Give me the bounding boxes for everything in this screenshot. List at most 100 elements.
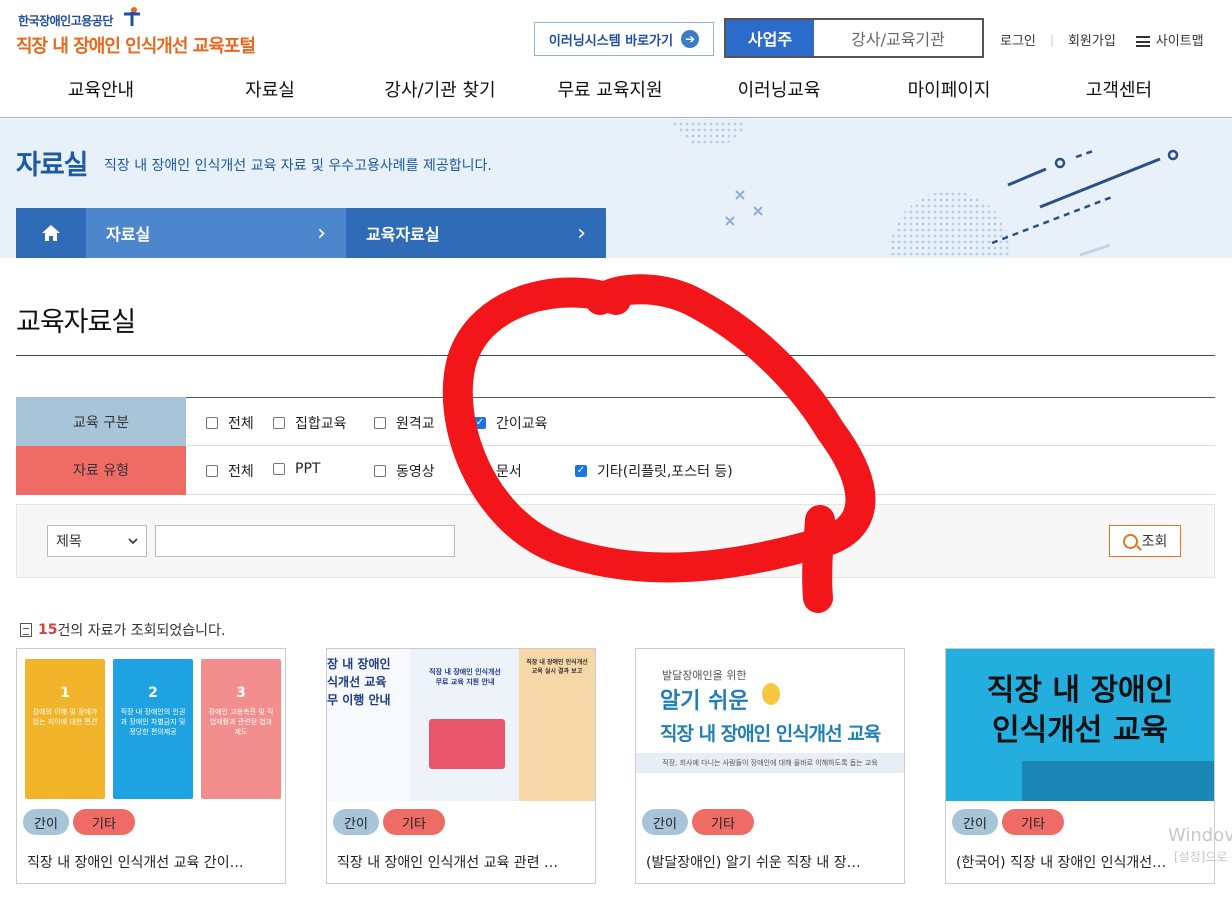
checkbox-type-all[interactable]: 전체 bbox=[206, 461, 254, 481]
utility-links: 로그인 | 회원가입 사이트맵 bbox=[1000, 30, 1204, 50]
org-logo-icon[interactable] bbox=[120, 6, 142, 28]
filter-row-education-type: 교육 구분 전체 집합교육 원격교 ✓ 간이교육 bbox=[16, 397, 1215, 446]
os-activation-watermark: Windov bbox=[1168, 825, 1232, 846]
result-count: 15 건의 자료가 조회되었습니다. bbox=[20, 620, 225, 640]
page-title: 교육자료실 bbox=[16, 307, 136, 338]
checkbox-type-video[interactable]: 동영상 bbox=[374, 461, 435, 481]
search-input[interactable] bbox=[155, 525, 455, 557]
tag-etc: 기타 bbox=[1002, 809, 1064, 835]
os-activation-watermark-sub: [설정]으로 bbox=[1174, 850, 1228, 864]
breadcrumb-level2[interactable]: 교육자료실 › bbox=[346, 208, 606, 258]
line-decoration bbox=[725, 148, 1179, 257]
search-field-value: 제목 bbox=[56, 534, 82, 550]
checkbox-label: 전체 bbox=[228, 464, 254, 480]
login-link[interactable]: 로그인 bbox=[1000, 30, 1036, 49]
tag-etc: 기타 bbox=[692, 809, 754, 835]
checkmark-icon: ✓ bbox=[575, 465, 587, 477]
poster-left: 장 내 장애인 식개선 교육 무 이행 안내 bbox=[327, 649, 411, 801]
book-number: 3 bbox=[236, 685, 246, 701]
card-thumbnail: 장 내 장애인 식개선 교육 무 이행 안내 직장 내 장애인 인식개선 무료 … bbox=[327, 649, 595, 801]
thumb-caption: 직장, 회사에 다니는 사람들이 장애인에 대해 올바로 이해하도록 돕는 교육 bbox=[636, 753, 904, 773]
divider bbox=[16, 355, 1215, 356]
card-tags: 간이 기타 bbox=[333, 809, 445, 835]
tag-simple: 간이 bbox=[333, 809, 379, 835]
thumb-title-2: 직장 내 장애인 인식개선 교육 bbox=[660, 723, 881, 745]
tab-employer[interactable]: 사업주 bbox=[726, 20, 814, 56]
section-description: 직장 내 장애인 인식개선 교육 자료 및 우수고용사례를 제공합니다. bbox=[104, 158, 492, 174]
nav-item-elearning[interactable]: 이러닝교육 bbox=[738, 76, 821, 102]
breadcrumb-level2-label: 교육자료실 bbox=[366, 225, 440, 244]
search-field-select[interactable]: 제목 bbox=[47, 525, 147, 557]
people-illustration bbox=[1022, 761, 1214, 801]
card-title[interactable]: (발달장애인) 알기 쉬운 직장 내 장… bbox=[646, 852, 896, 872]
search-button[interactable]: 조회 bbox=[1109, 525, 1181, 557]
checkbox-edu-simple[interactable]: ✓ 간이교육 bbox=[474, 413, 548, 433]
resource-card[interactable]: 1 장애의 이해 및 장애가 있는 지이에 대한 편견 2 직장 내 장애인의 … bbox=[16, 648, 286, 884]
checkbox-edu-group[interactable]: 집합교육 bbox=[273, 413, 347, 433]
menu-icon bbox=[1135, 36, 1150, 47]
thumb-title-1: 직장 내 장애인 bbox=[986, 673, 1174, 708]
card-thumbnail: 1 장애의 이해 및 장애가 있는 지이에 대한 편견 2 직장 내 장애인의 … bbox=[17, 649, 285, 801]
home-icon bbox=[42, 225, 60, 241]
sitemap-link[interactable]: 사이트맵 bbox=[1135, 30, 1204, 49]
filter-label-education-type: 교육 구분 bbox=[16, 397, 186, 446]
book-text: 장애의 이해 및 장애가 있는 지이에 대한 편견 bbox=[32, 708, 98, 726]
nav-item-education-guide[interactable]: 교육안내 bbox=[68, 76, 134, 102]
resource-card[interactable]: 장 내 장애인 식개선 교육 무 이행 안내 직장 내 장애인 인식개선 무료 … bbox=[326, 648, 596, 884]
site-header: 한국장애인고용공단 직장 내 장애인 인식개선 교육포털 이러닝시스템 바로가기… bbox=[0, 0, 1232, 118]
tag-simple: 간이 bbox=[642, 809, 688, 835]
card-title[interactable]: 직장 내 장애인 인식개선 교육 간이… bbox=[27, 852, 277, 872]
nav-item-free-support[interactable]: 무료 교육지원 bbox=[557, 76, 662, 102]
checkbox-label: 동영상 bbox=[396, 464, 435, 480]
elearning-shortcut-label: 이러닝시스템 바로가기 bbox=[548, 33, 674, 49]
lightbulb-icon bbox=[762, 683, 780, 705]
book-number: 1 bbox=[60, 685, 70, 701]
poster-center: 직장 내 장애인 인식개선 무료 교육 지원 안내 bbox=[411, 649, 519, 801]
book-text: 직장 내 장애인의 인권과 장애인 차별금지 및 정당한 편의제공 bbox=[120, 708, 186, 736]
nav-item-find-instructor[interactable]: 강사/기관 찾기 bbox=[384, 76, 495, 102]
nav-item-mypage[interactable]: 마이페이지 bbox=[908, 76, 991, 102]
card-thumbnail: 발달장애인을 위한 알기 쉬운 직장 내 장애인 인식개선 교육 직장, 회사에… bbox=[636, 649, 904, 801]
sub-visual-banner: 자료실 직장 내 장애인 인식개선 교육 자료 및 우수고용사례를 제공합니다.… bbox=[0, 119, 1232, 258]
org-logo-text[interactable]: 한국장애인고용공단 bbox=[18, 12, 113, 29]
chevron-down-icon bbox=[128, 538, 138, 544]
card-title[interactable]: (한국어) 직장 내 장애인 인식개선… bbox=[956, 852, 1206, 872]
tab-instructor-institution[interactable]: 강사/교육기관 bbox=[814, 20, 982, 56]
portal-logo-title[interactable]: 직장 내 장애인 인식개선 교육포털 bbox=[16, 32, 256, 58]
checkbox-label: 원격교 bbox=[396, 416, 435, 432]
checkbox-type-ppt[interactable]: PPT bbox=[273, 461, 320, 477]
poster-center-title: 직장 내 장애인 인식개선 무료 교육 지원 안내 bbox=[429, 668, 501, 686]
resource-card[interactable]: 발달장애인을 위한 알기 쉬운 직장 내 장애인 인식개선 교육 직장, 회사에… bbox=[635, 648, 905, 884]
signup-link[interactable]: 회원가입 bbox=[1068, 30, 1116, 49]
tag-etc: 기타 bbox=[383, 809, 445, 835]
checkbox-edu-remote[interactable]: 원격교 bbox=[374, 413, 435, 433]
breadcrumb-home[interactable] bbox=[16, 208, 86, 258]
checkbox-label: 집합교육 bbox=[295, 416, 347, 432]
divider: | bbox=[1049, 32, 1054, 47]
checkbox-icon bbox=[474, 465, 486, 477]
poster-left-title: 장 내 장애인 식개선 교육 무 이행 안내 bbox=[327, 657, 391, 707]
checkmark-icon: ✓ bbox=[474, 417, 486, 429]
checkbox-label: 전체 bbox=[228, 416, 254, 432]
checkbox-type-document[interactable]: 문서 bbox=[474, 461, 522, 481]
thumb-title-1: 알기 쉬운 bbox=[660, 689, 749, 714]
result-count-text: 건의 자료가 조회되었습니다. bbox=[57, 623, 226, 639]
nav-item-resources[interactable]: 자료실 bbox=[245, 76, 295, 102]
section-title: 자료실 bbox=[16, 150, 89, 181]
nav-item-customer-center[interactable]: 고객센터 bbox=[1086, 76, 1152, 102]
checkbox-edu-all[interactable]: 전체 bbox=[206, 413, 254, 433]
card-title[interactable]: 직장 내 장애인 인식개선 교육 관련 … bbox=[337, 852, 587, 872]
tag-etc: 기타 bbox=[73, 809, 135, 835]
user-type-tabs: 사업주 강사/교육기관 bbox=[724, 18, 984, 58]
tag-simple: 간이 bbox=[23, 809, 69, 835]
elearning-shortcut-button[interactable]: 이러닝시스템 바로가기 ➔ bbox=[534, 22, 714, 56]
checkbox-label: PPT bbox=[295, 461, 321, 477]
document-icon bbox=[20, 623, 32, 637]
checkbox-type-etc[interactable]: ✓ 기타(리플릿,포스터 등) bbox=[575, 461, 733, 481]
breadcrumb: 자료실 › 교육자료실 › bbox=[16, 208, 606, 258]
breadcrumb-level1[interactable]: 자료실 › bbox=[86, 208, 346, 258]
sitemap-label: 사이트맵 bbox=[1155, 34, 1204, 49]
filter-row-material-type: 자료 유형 전체 PPT 동영상 문서 ✓ 기타(리플릿,포스터 등) bbox=[16, 445, 1215, 495]
poster-right: 직장 내 장애인 인식개선 교육 실시 결과 보고 bbox=[519, 649, 595, 801]
filter-label-material-type: 자료 유형 bbox=[16, 445, 186, 495]
